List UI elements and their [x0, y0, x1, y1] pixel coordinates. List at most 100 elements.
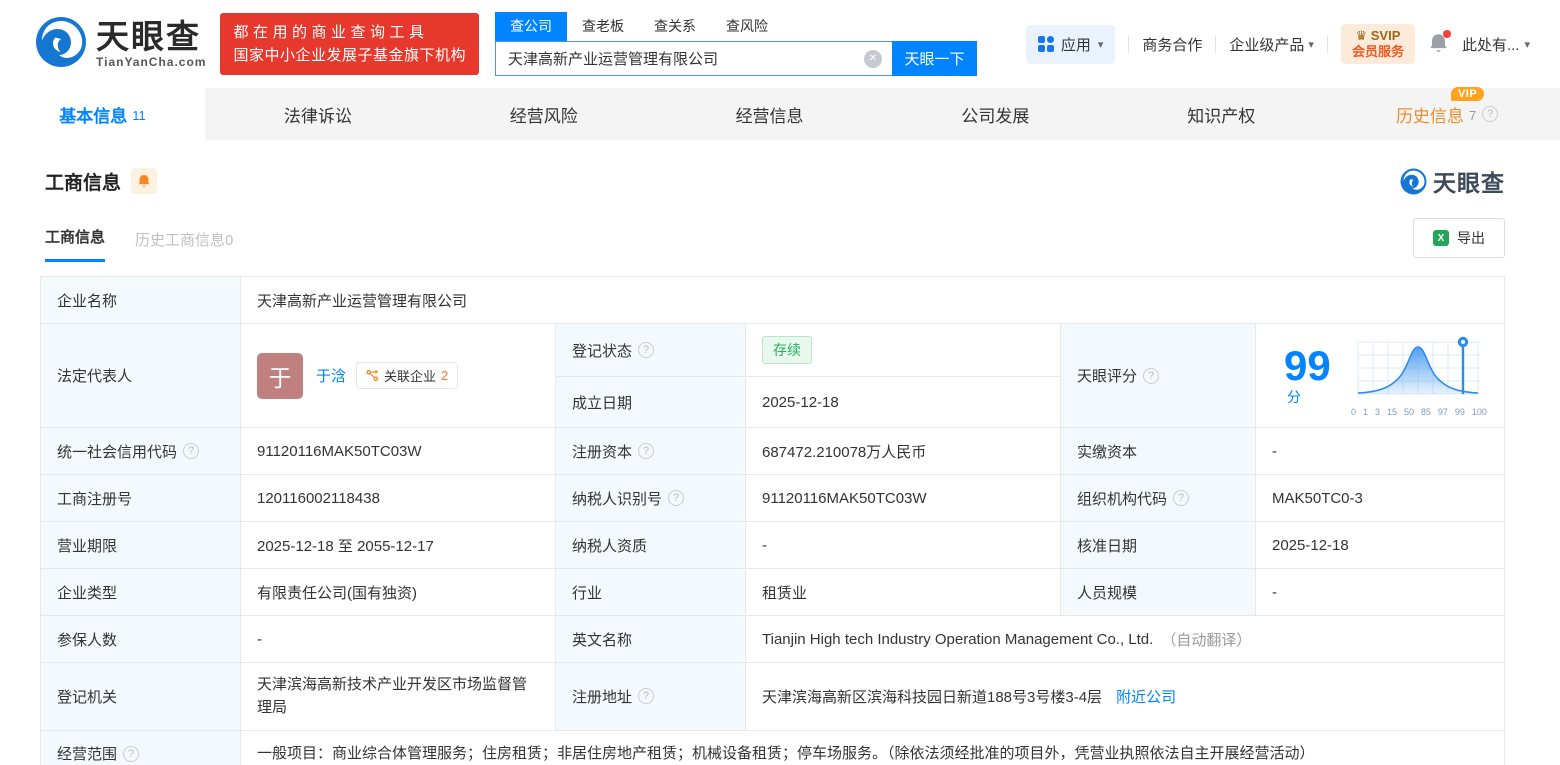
field-label-insured: 参保人数: [41, 616, 241, 663]
field-value-address: 天津滨海高新区滨海科技园日新道188号3号楼3-4层 附近公司: [746, 663, 1505, 731]
tianyancha-logo-icon: [35, 16, 87, 73]
related-companies-badge[interactable]: 关联企业 2: [356, 362, 459, 389]
field-label-scope: 经营范围?: [41, 730, 241, 765]
tab-count: 11: [132, 107, 146, 123]
field-value-taxpayer-quality: -: [746, 522, 1061, 569]
notification-bell[interactable]: [1428, 30, 1451, 55]
username: 此处有...: [1461, 36, 1520, 54]
legal-rep-avatar[interactable]: 于: [257, 352, 303, 399]
score-axis: 0 1 3 15 50 85 97 99 100: [1351, 407, 1487, 417]
label-text: 组织机构代码: [1077, 490, 1168, 508]
vip-badge: VIP: [1450, 86, 1485, 101]
tab-operating-info[interactable]: 经营信息: [657, 88, 883, 140]
status-badge: 存续: [762, 336, 812, 364]
search-tab-risk[interactable]: 查风险: [711, 12, 783, 41]
enterprise-products-link[interactable]: 企业级产品 ▾: [1229, 34, 1314, 55]
field-label-score: 天眼评分 ?: [1061, 324, 1256, 428]
tianyancha-logo-icon: [1400, 168, 1427, 194]
label-text: 纳税人识别号: [572, 490, 663, 508]
bell-icon: [138, 174, 150, 187]
field-label-taxpayer-id: 纳税人识别号?: [556, 475, 746, 522]
search-tab-relation[interactable]: 查关系: [639, 12, 711, 41]
search-input-wrap: ✕: [495, 41, 892, 76]
help-icon[interactable]: ?: [123, 745, 140, 762]
help-icon[interactable]: ?: [1482, 106, 1499, 122]
legal-rep-name-link[interactable]: 于浛: [316, 365, 346, 386]
divider: [1215, 35, 1217, 53]
apps-menu[interactable]: 应用 ▾: [1025, 24, 1116, 64]
field-value-authority: 天津滨海高新技术产业开发区市场监督管理局: [241, 663, 556, 731]
help-icon[interactable]: ?: [638, 688, 655, 705]
promo-line1: 都在用的商业查询工具: [233, 23, 429, 41]
help-icon[interactable]: ?: [638, 443, 655, 459]
field-value-staff-size: -: [1256, 569, 1505, 616]
tianyancha-logo[interactable]: 天眼查 TianYanCha.com: [35, 16, 206, 73]
field-value-industry: 租赁业: [746, 569, 1061, 616]
field-value-company-type: 有限责任公司(国有独资): [241, 569, 556, 616]
tab-basic-info[interactable]: 基本信息 11: [0, 88, 205, 140]
label-text: 经营范围: [57, 746, 118, 763]
divider: [1128, 35, 1130, 53]
tab-company-development[interactable]: 公司发展: [882, 88, 1108, 140]
tab-history-info[interactable]: VIP 历史信息 7 ?: [1334, 86, 1560, 140]
en-name-text: Tianjin High tech Industry Operation Man…: [762, 630, 1154, 648]
field-label-address: 注册地址?: [556, 663, 746, 731]
field-label-term: 营业期限: [41, 522, 241, 569]
monitor-bell-button[interactable]: [131, 168, 158, 194]
tab-legal-proceedings[interactable]: 法律诉讼: [205, 88, 431, 140]
search-tab-company[interactable]: 查公司: [495, 12, 567, 41]
help-icon[interactable]: ?: [668, 490, 685, 506]
user-menu[interactable]: 此处有... ▾: [1462, 34, 1530, 55]
crown-icon: ♛: [1355, 27, 1368, 43]
apps-label: 应用: [1060, 36, 1091, 54]
subtab-history-business-info[interactable]: 历史工商信息0: [135, 229, 233, 262]
business-info-table: 企业名称 天津高新产业运营管理有限公司 法定代表人 于 于浛 关联企业 2 登记…: [40, 276, 1505, 765]
export-button[interactable]: X 导出: [1413, 218, 1505, 258]
field-value-scope: 一般项目：商业综合体管理服务；住房租赁；非居住房地产租赁；机械设备租赁；停车场服…: [241, 730, 1505, 765]
help-icon[interactable]: ?: [1143, 367, 1160, 384]
network-icon: [366, 369, 379, 382]
address-text: 天津滨海高新区滨海科技园日新道188号3号楼3-4层: [762, 688, 1103, 706]
enterprise-products-label: 企业级产品: [1229, 36, 1305, 54]
field-value-org-code: MAK50TC0-3: [1256, 475, 1505, 522]
field-value-established: 2025-12-18: [746, 377, 1061, 428]
brand-domain: TianYanCha.com: [96, 54, 207, 69]
field-value-approval-date: 2025-12-18: [1256, 522, 1505, 569]
tab-intellectual-property[interactable]: 知识产权: [1108, 88, 1334, 140]
tab-operating-risk[interactable]: 经营风险: [431, 88, 657, 140]
business-cooperation-link[interactable]: 商务合作: [1142, 34, 1202, 55]
search-button[interactable]: 天眼一下: [892, 41, 977, 76]
search-tab-boss[interactable]: 查老板: [567, 12, 639, 41]
apps-grid-icon: [1037, 36, 1054, 52]
field-label-reg-capital: 注册资本?: [556, 428, 746, 475]
label-text: 天眼评分: [1077, 368, 1138, 385]
divider: [1326, 35, 1328, 53]
brand-name: 天眼查: [96, 17, 201, 55]
watermark-text: 天眼查: [1433, 170, 1505, 196]
svip-member-button[interactable]: ♛ SVIP 会员服务: [1340, 23, 1415, 65]
related-companies-label: 关联企业: [384, 369, 437, 384]
section-title: 工商信息: [45, 172, 122, 194]
field-label-legal-rep: 法定代表人: [41, 324, 241, 428]
field-label-reg-no: 工商注册号: [41, 475, 241, 522]
field-value-company-name: 天津高新产业运营管理有限公司: [241, 277, 1505, 324]
help-icon[interactable]: ?: [183, 443, 200, 459]
caret-down-icon: ▾: [1524, 38, 1530, 51]
help-icon[interactable]: ?: [1173, 490, 1190, 506]
subtab-business-info[interactable]: 工商信息: [45, 226, 106, 262]
field-value-insured: -: [241, 616, 556, 663]
field-value-reg-status: 存续: [746, 324, 1061, 377]
search-input[interactable]: [508, 50, 864, 67]
field-label-staff-size: 人员规模: [1061, 569, 1256, 616]
help-icon[interactable]: ?: [638, 342, 655, 358]
promo-banner: 都在用的商业查询工具 国家中小企业发展子基金旗下机构: [220, 12, 479, 76]
label-text: 统一社会信用代码: [57, 443, 178, 461]
header-right: 应用 ▾ 商务合作 企业级产品 ▾ ♛ SVIP 会员服务 此处有... ▾: [1025, 23, 1530, 65]
search-box: 查公司 查老板 查关系 查风险 ✕ 天眼一下: [495, 12, 977, 76]
score-distribution-chart: 0 1 3 15 50 85 97 99 100: [1350, 334, 1488, 417]
nearby-companies-link[interactable]: 附近公司: [1116, 686, 1176, 707]
field-value-reg-capital: 687472.210078万人民币: [746, 428, 1061, 475]
field-value-en-name: Tianjin High tech Industry Operation Man…: [746, 616, 1505, 663]
clear-icon[interactable]: ✕: [864, 49, 882, 68]
caret-down-icon: ▾: [1097, 38, 1104, 51]
